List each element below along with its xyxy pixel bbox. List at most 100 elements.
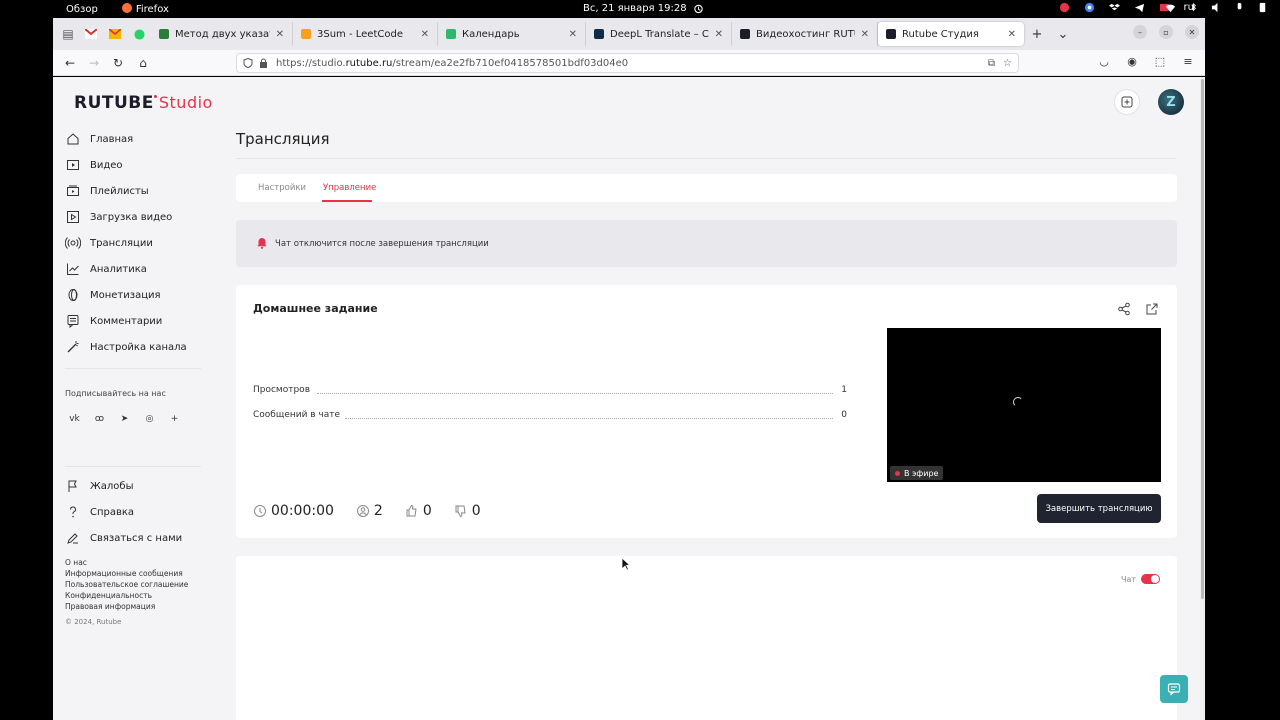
sidebar-item-home[interactable]: Главная (65, 126, 205, 152)
clock-icon (254, 505, 266, 517)
sidebar-item-comments[interactable]: Комментарии (65, 308, 205, 334)
telegram-tray-icon[interactable] (1134, 2, 1145, 13)
stat-label: Сообщений в чате (253, 410, 341, 420)
rutube-studio-logo[interactable]: RUTUBE Studio (74, 93, 213, 113)
footer-links: О нас Информационные сообщения Пользоват… (65, 557, 188, 612)
minimize-icon[interactable]: – (1133, 25, 1147, 39)
sidebar-item-analytics[interactable]: Аналитика (65, 256, 205, 282)
sidebar-item-contact[interactable]: Связаться с нами (65, 525, 205, 551)
sidebar-item-monetization[interactable]: Монетизация (65, 282, 205, 308)
extensions-icon[interactable]: ⬚ (1153, 54, 1167, 68)
telegram-icon[interactable]: ➤ (117, 411, 132, 426)
tab-label: Rutube Студия (902, 28, 979, 40)
sidebar-item-video[interactable]: Видео (65, 152, 205, 178)
home-icon (67, 133, 79, 145)
url-prefix: https://studio. (276, 57, 346, 69)
stream-name: Домашнее задание (253, 302, 378, 315)
maximize-icon[interactable]: ▫ (1159, 25, 1173, 39)
reload-icon[interactable]: ↻ (110, 55, 126, 71)
footer-link-legal[interactable]: Правовая информация (65, 601, 188, 612)
pinned-tab-gmail[interactable] (79, 23, 103, 45)
app-menu[interactable]: Firefox (121, 3, 169, 15)
browser-tab[interactable]: DeepL Translate – Сам ✕ (586, 22, 732, 46)
tab-management[interactable]: Управление (323, 183, 376, 193)
vk-icon[interactable]: vk (67, 411, 82, 426)
page-scrollbar[interactable] (1200, 77, 1205, 720)
browser-tab-strip: ▤ Метод двух указателе ✕ 3Sum - LeetCode ✕… (53, 18, 1205, 50)
bluetooth-icon[interactable] (1188, 2, 1199, 13)
browser-tab-active[interactable]: Rutube Студия ✕ (878, 22, 1024, 46)
footer-link-info[interactable]: Информационные сообщения (65, 568, 188, 579)
browser-tab[interactable]: Метод двух указателе ✕ (151, 22, 293, 46)
wifi-icon[interactable] (1165, 2, 1176, 13)
battery-icon[interactable] (1257, 2, 1268, 13)
menu-icon[interactable]: ≡ (1181, 54, 1195, 68)
viewers-value: 2 (373, 503, 383, 519)
chrome-tray-icon[interactable] (1084, 2, 1095, 13)
tab-close-icon[interactable]: ✕ (715, 29, 723, 40)
odnoklassniki-icon[interactable]: ꝏ (92, 411, 107, 426)
sidebar-item-broadcasts[interactable]: Трансляции (65, 230, 205, 256)
tab-close-icon[interactable]: ✕ (569, 29, 577, 40)
activities-button[interactable]: Обзор (66, 4, 98, 15)
sidebar-item-help[interactable]: Справка (65, 499, 205, 525)
tab-list-icon[interactable]: ▤ (57, 23, 79, 45)
volume-icon[interactable] (1211, 2, 1222, 13)
stat-value: 0 (841, 410, 847, 420)
account-icon[interactable]: ◉ (1125, 54, 1139, 68)
bookmark-star-icon[interactable]: ☆ (1003, 58, 1012, 69)
browser-tab[interactable]: Видеохостинг RUTUBE ✕ (732, 22, 878, 46)
chat-toggle[interactable] (1141, 574, 1160, 584)
dotted-leader (317, 393, 833, 394)
comments-icon (67, 315, 79, 328)
footer-link-terms[interactable]: Пользовательское соглашение (65, 579, 188, 590)
support-chat-button[interactable] (1160, 675, 1188, 703)
clock[interactable]: Вс, 21 января 19:28 (583, 3, 704, 14)
tray-app-icon[interactable] (1059, 2, 1070, 13)
pinned-tab-whatsapp[interactable] (127, 23, 151, 45)
sidebar-item-channel-settings[interactable]: Настройка канала (65, 334, 205, 360)
end-stream-button[interactable]: Завершить трансляцию (1037, 494, 1161, 523)
dropbox-tray-icon[interactable] (1108, 2, 1120, 13)
footer-link-privacy[interactable]: Конфиденциальность (65, 590, 188, 601)
forward-icon[interactable]: → (86, 55, 102, 71)
user-avatar[interactable]: Z (1158, 89, 1184, 115)
sidebar-item-label: Связаться с нами (90, 532, 183, 544)
app-name: Firefox (135, 4, 169, 15)
tab-close-icon[interactable]: ✕ (861, 29, 869, 40)
pinned-tab-mail[interactable] (103, 23, 127, 45)
scrollbar-thumb[interactable] (1201, 79, 1204, 599)
stream-preview-player[interactable]: В эфире (887, 328, 1161, 482)
new-tab-icon[interactable]: + (1024, 27, 1050, 42)
viewers-counter: 2 (356, 503, 383, 519)
close-icon[interactable]: ✕ (1185, 25, 1199, 39)
add-content-button[interactable] (1114, 89, 1140, 115)
sidebar-item-upload[interactable]: Загрузка видео (65, 204, 205, 230)
tab-close-icon[interactable]: ✕ (421, 29, 429, 40)
share-icon[interactable] (1117, 302, 1131, 316)
bell-icon (257, 238, 267, 249)
footer-link-about[interactable]: О нас (65, 557, 188, 568)
browser-tab[interactable]: 3Sum - LeetCode ✕ (293, 22, 438, 46)
translate-icon[interactable]: ⧉ (988, 58, 995, 69)
viber-icon[interactable]: ◎ (142, 411, 157, 426)
chevron-down-icon[interactable]: ⌄ (1050, 27, 1076, 42)
broadcast-icon (65, 237, 81, 249)
more-icon[interactable]: + (167, 411, 182, 426)
pocket-icon[interactable]: ◡ (1097, 54, 1111, 68)
tab-favicon-icon (159, 29, 169, 39)
tab-settings[interactable]: Настройки (258, 183, 306, 193)
home-icon[interactable]: ⌂ (135, 55, 151, 71)
external-link-icon[interactable] (1145, 302, 1159, 316)
sidebar-item-playlists[interactable]: Плейлисты (65, 178, 205, 204)
back-icon[interactable]: ← (62, 55, 78, 71)
sidebar-item-complaints[interactable]: Жалобы (65, 473, 205, 499)
tab-close-icon[interactable]: ✕ (1008, 29, 1016, 40)
copyright: © 2024, Rutube (65, 618, 122, 626)
tab-close-icon[interactable]: ✕ (276, 29, 284, 40)
sidebar-item-label: Загрузка видео (90, 211, 173, 223)
chat-panel: Чат (236, 556, 1177, 720)
microphone-icon[interactable] (1234, 2, 1245, 13)
url-bar[interactable]: https://studio. rutube.ru/stream/ea2e2fb7… (236, 53, 1019, 73)
browser-tab[interactable]: Календарь ✕ (438, 22, 586, 46)
